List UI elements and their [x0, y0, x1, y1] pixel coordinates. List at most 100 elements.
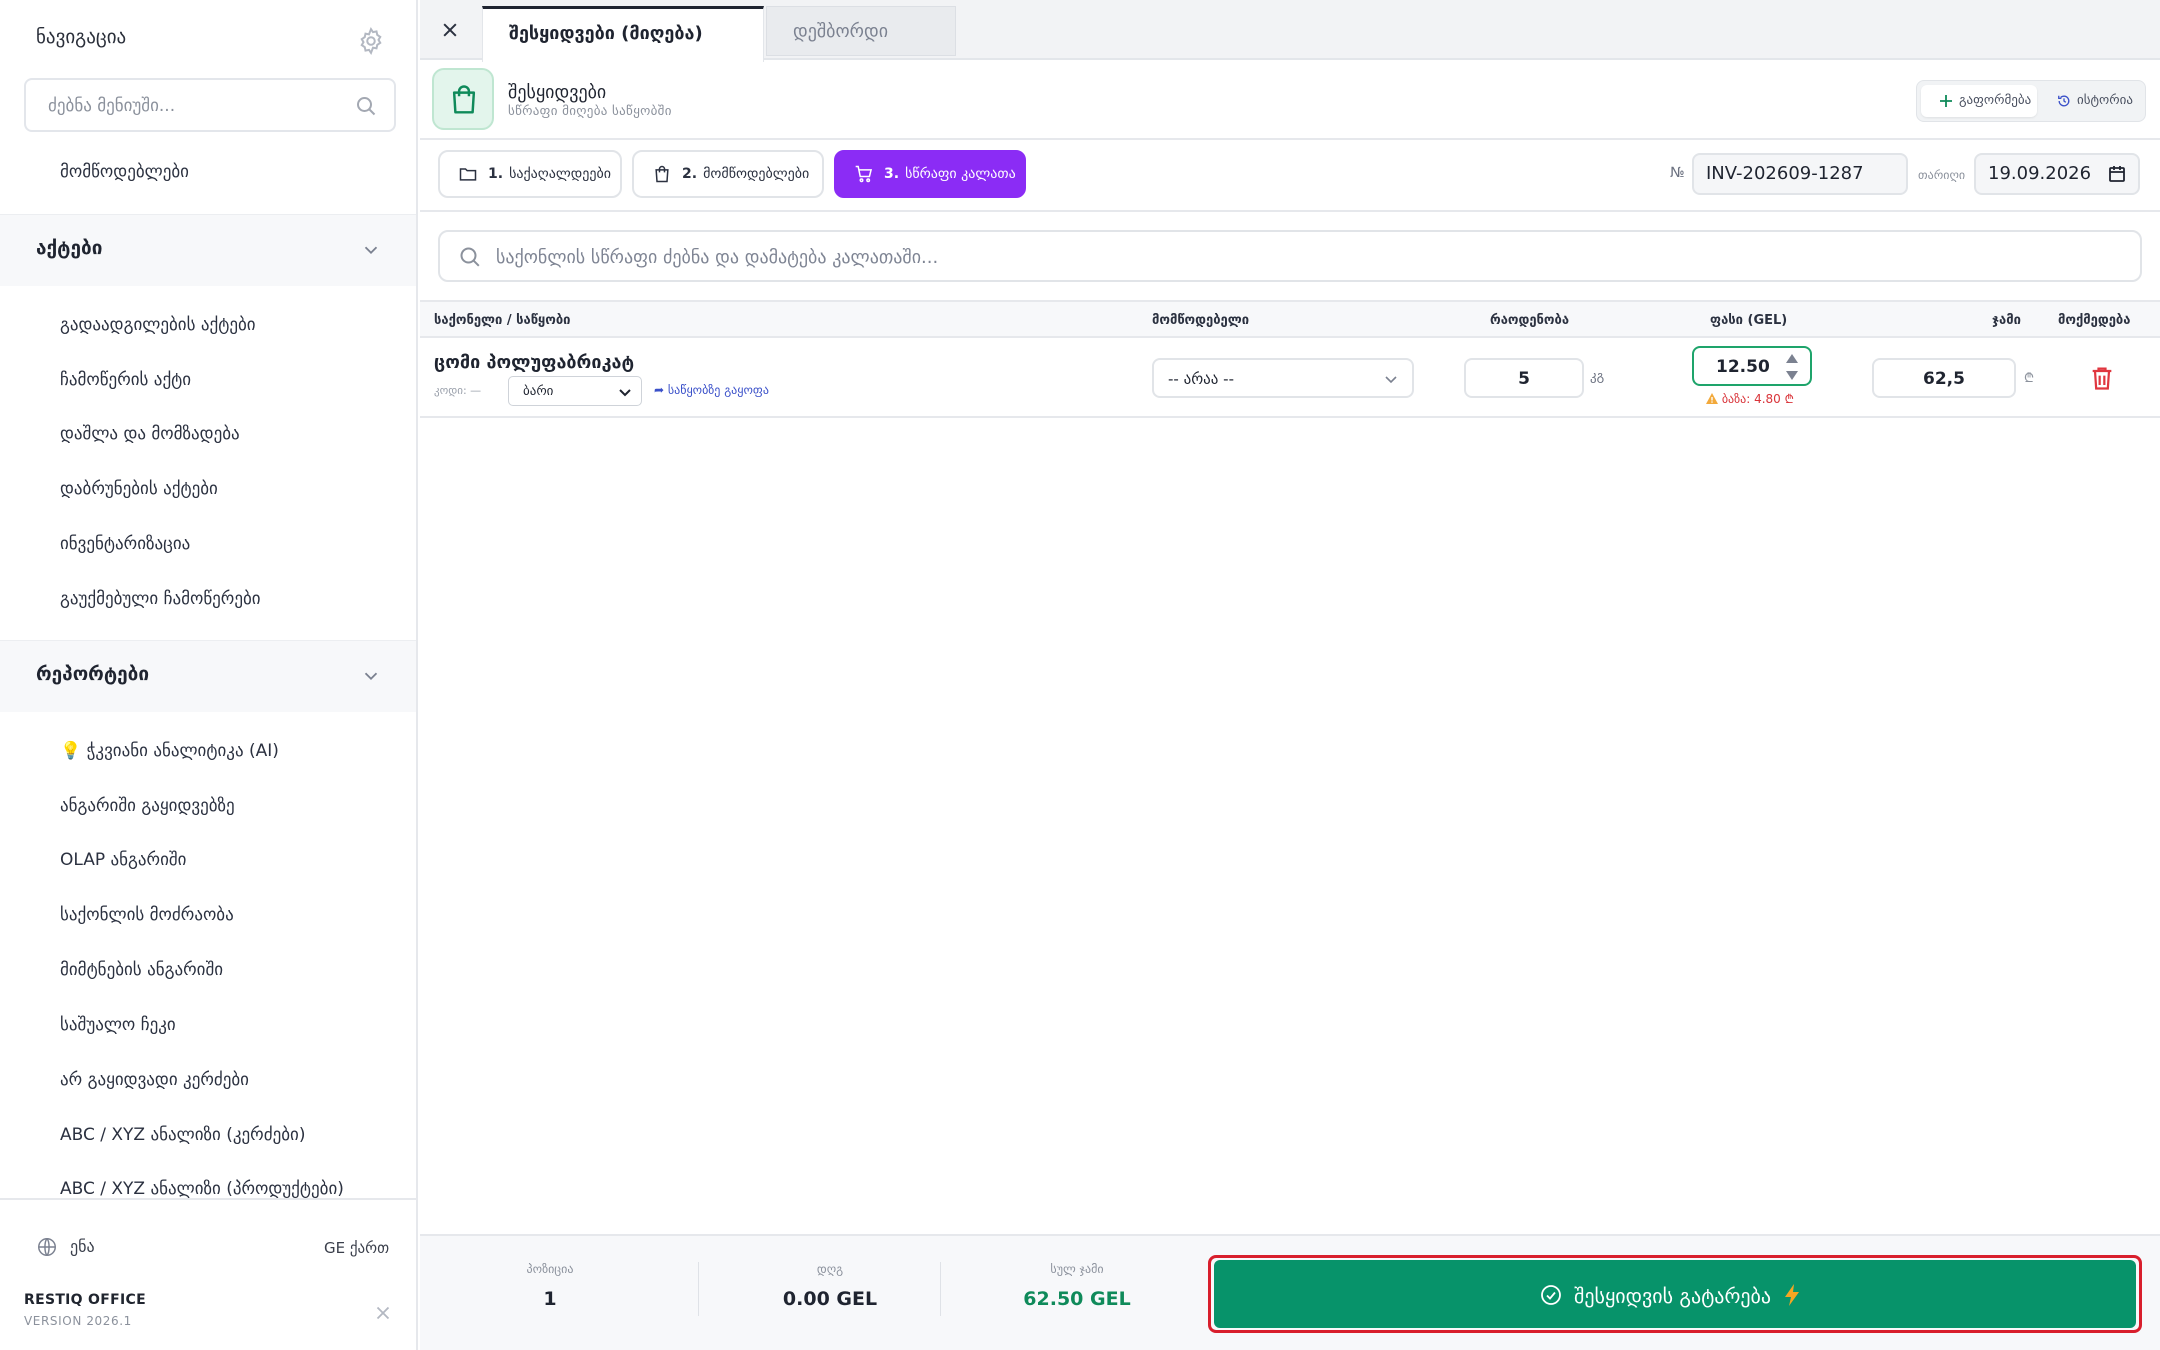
warehouse-value: ბარი: [523, 384, 554, 399]
menu-search-field[interactable]: [24, 78, 396, 132]
product-code: კოდი: —: [434, 384, 482, 397]
invoice-number-input[interactable]: [1706, 163, 1896, 184]
price-warning: ბაზა: 4.80 ₾: [1706, 390, 1794, 407]
stepper-icon[interactable]: [1784, 352, 1800, 382]
col-total: ჯამი: [1992, 313, 2021, 328]
chevron-down-icon: [364, 246, 378, 255]
date-field[interactable]: [1974, 153, 2140, 195]
vat-label: დღგ: [816, 1262, 844, 1276]
history-label: ისტორია: [2077, 93, 2133, 108]
gear-icon[interactable]: [356, 26, 386, 56]
trash-icon[interactable]: [2088, 364, 2116, 392]
step-folders-button[interactable]: 1. საქაღალდეები: [438, 150, 622, 198]
positions-stat: პოზიცია 1: [420, 1262, 680, 1310]
product-search-field[interactable]: [438, 230, 2142, 282]
sidebar-item-suppliers[interactable]: მომწოდებლები: [60, 162, 189, 182]
sidebar-item-inventory[interactable]: ინვენტარიზაცია: [60, 534, 190, 554]
step-number: 3.: [884, 166, 900, 182]
header-actions: გაფორმება ისტორია: [1916, 80, 2146, 122]
col-action: მოქმედება: [2058, 313, 2131, 328]
sidebar-item-average-check[interactable]: საშუალო ჩეკი: [60, 1015, 176, 1035]
sidebar-item-abc-xyz-products[interactable]: ABC / XYZ ანალიზი (პროდუქტები): [60, 1179, 344, 1199]
step-label: სწრაფი კალათა: [905, 166, 1016, 182]
sidebar-item-disassembly[interactable]: დაშლა და მომზადება: [60, 424, 240, 444]
section-reports-title: რეპორტები: [36, 663, 150, 685]
close-icon[interactable]: [372, 1302, 394, 1324]
col-product: საქონელი / საწყობი: [434, 313, 571, 328]
step-label: მომწოდებლები: [703, 166, 810, 182]
page-subtitle: სწრაფი მიღება საწყობში: [508, 104, 672, 119]
product-search-input[interactable]: [496, 244, 2096, 270]
positions-value: 1: [543, 1288, 557, 1310]
price-value: 12.50: [1716, 357, 1770, 377]
price-input[interactable]: 12.50: [1692, 346, 1812, 386]
history-icon: [2058, 95, 2070, 107]
submit-purchase-button[interactable]: შესყიდვის გატარება: [1214, 1260, 2136, 1328]
sidebar: ნავიგაცია მომწოდებლები აქტები გადაადგილე…: [0, 0, 418, 1350]
step-quick-cart-button[interactable]: 3. სწრაფი კალათა: [834, 150, 1026, 198]
plus-icon: [1940, 95, 1952, 107]
row-total-input[interactable]: 62,5: [1872, 358, 2016, 398]
table-header: საქონელი / საწყობი მომწოდებელი რაოდენობა…: [420, 300, 2160, 338]
sidebar-item-transfer-acts[interactable]: გადაადგილების აქტები: [60, 315, 256, 335]
warehouse-select[interactable]: ბარი: [508, 376, 642, 406]
quantity-input[interactable]: 5: [1464, 358, 1584, 398]
col-supplier: მომწოდებელი: [1152, 313, 1250, 328]
tab-purchases[interactable]: შესყიდვები (მიღება): [482, 6, 764, 62]
vat-stat: დღგ 0.00 GEL: [710, 1262, 950, 1310]
step-label: საქაღალდეები: [509, 166, 611, 182]
row-total-value: 62,5: [1923, 369, 1965, 389]
split-warehouse-link[interactable]: ➦ საწყობზე გაყოფა: [654, 383, 769, 397]
sidebar-item-goods-movement[interactable]: საქონლის მოძრაობა: [60, 905, 234, 925]
brand-name: RESTIQ OFFICE: [24, 1292, 146, 1308]
sidebar-item-writeoff-act[interactable]: ჩამოწერის აქტი: [60, 370, 191, 390]
date-input[interactable]: [1988, 163, 2108, 184]
language-select[interactable]: GE ქართ: [324, 1239, 389, 1257]
divider: [940, 1262, 941, 1316]
new-purchase-label: გაფორმება: [1959, 93, 2032, 108]
sidebar-footer: ენა GE ქართ RESTIQ OFFICE VERSION 2026.1: [0, 1198, 416, 1350]
new-purchase-button[interactable]: გაფორმება: [1921, 85, 2037, 117]
tab-bar: შესყიდვები (მიღება) დეშბორდი: [420, 0, 2160, 62]
invoice-number-label: №: [1670, 165, 1685, 181]
sidebar-item-olap-report[interactable]: OLAP ანგარიში: [60, 850, 186, 870]
language-label: ენა: [70, 1237, 95, 1256]
section-acts[interactable]: აქტები: [0, 214, 416, 286]
sidebar-item-cancelled-writeoffs[interactable]: გაუქმებული ჩამოწერები: [60, 589, 261, 609]
version-label: VERSION 2026.1: [24, 1314, 132, 1328]
step-number: 2.: [682, 166, 698, 182]
history-button[interactable]: ისტორია: [2039, 85, 2143, 117]
sidebar-title: ნავიგაცია: [36, 26, 127, 48]
warning-icon: [1706, 393, 1718, 404]
sidebar-item-sales-report[interactable]: ანგარიში გაყიდვებზე: [60, 796, 235, 816]
currency-symbol: ₾: [2024, 371, 2035, 386]
invoice-number-field[interactable]: [1692, 153, 1908, 195]
menu-search-input[interactable]: [48, 92, 348, 120]
divider: [420, 138, 2160, 140]
sidebar-item-return-acts[interactable]: დაბრუნების აქტები: [60, 479, 218, 499]
close-tab-button[interactable]: [420, 0, 480, 60]
step-number: 1.: [488, 166, 504, 182]
price-warning-text: ბაზა: 4.80 ₾: [1721, 392, 1794, 406]
date-label: თარიღი: [1918, 168, 1966, 182]
section-acts-title: აქტები: [36, 237, 103, 259]
section-reports[interactable]: რეპორტები: [0, 640, 416, 712]
sidebar-item-unsold-dishes[interactable]: არ გაყიდვადი კერძები: [60, 1070, 249, 1090]
quantity-value: 5: [1518, 369, 1530, 389]
calendar-icon[interactable]: [2108, 165, 2126, 183]
sidebar-item-smart-analytics[interactable]: 💡 ჭკვიანი ანალიტიკა (AI): [60, 741, 279, 761]
supplier-select[interactable]: -- არაა --: [1152, 358, 1414, 398]
search-icon: [460, 247, 480, 267]
divider: [420, 210, 2160, 212]
grand-total-stat: სულ ჯამი 62.50 GEL: [952, 1262, 1202, 1310]
tab-dashboard[interactable]: დეშბორდი: [766, 6, 956, 56]
grand-total-label: სულ ჯამი: [1050, 1262, 1104, 1276]
close-icon: [443, 23, 457, 37]
chevron-down-icon: [1385, 376, 1397, 384]
cart-icon: [855, 165, 873, 183]
globe-icon: [38, 1238, 56, 1256]
sidebar-item-waiters-report[interactable]: მიმტნების ანგარიში: [60, 960, 223, 980]
sidebar-item-abc-xyz-dishes[interactable]: ABC / XYZ ანალიზი (კერძები): [60, 1125, 305, 1145]
step-suppliers-button[interactable]: 2. მომწოდებლები: [632, 150, 824, 198]
purchases-icon: [432, 68, 494, 130]
